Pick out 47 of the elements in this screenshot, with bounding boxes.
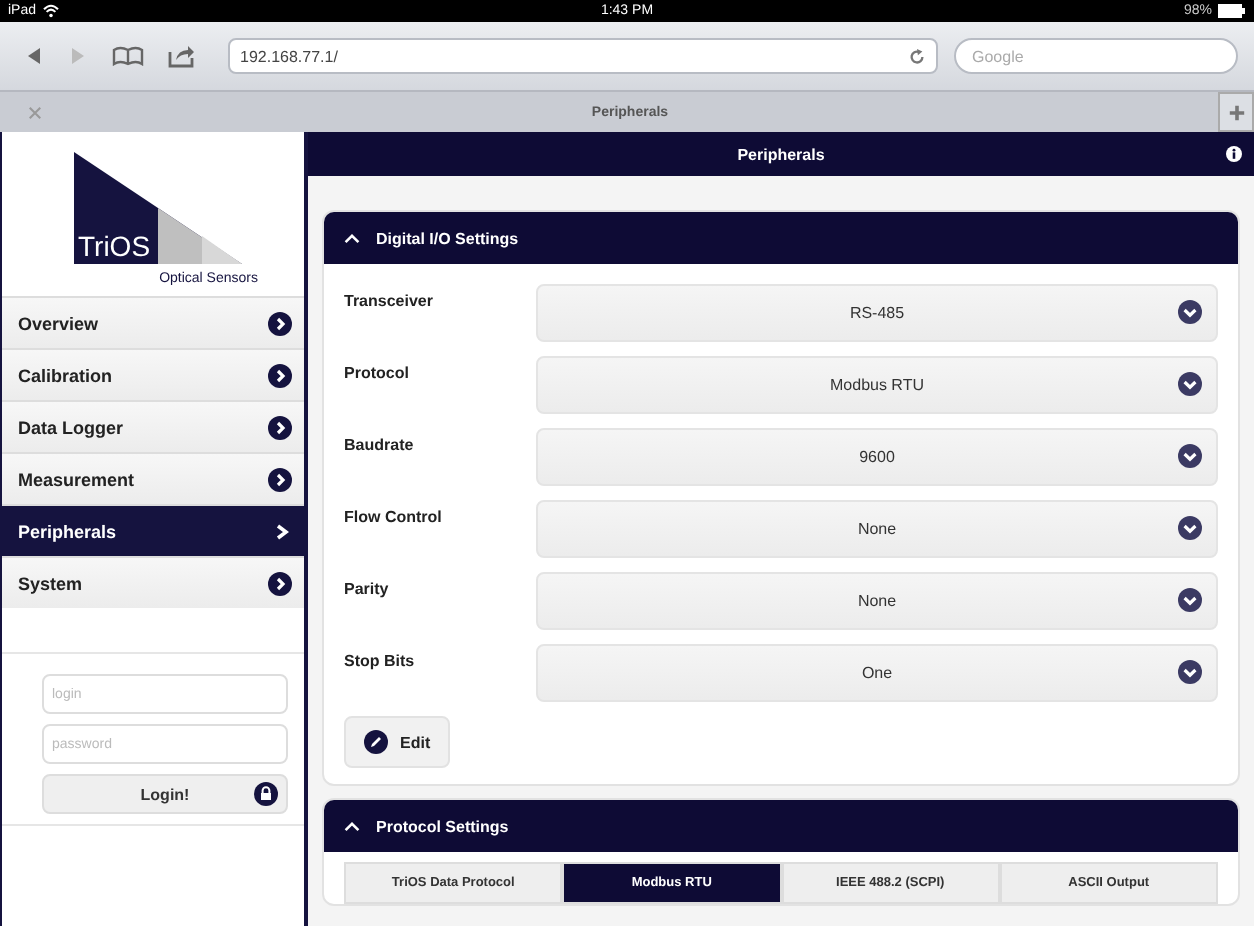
search-field[interactable]: Google (954, 38, 1238, 74)
select-field[interactable]: None (536, 572, 1218, 630)
nav-item[interactable]: Calibration (2, 348, 304, 400)
dropdown-icon (1178, 588, 1202, 612)
battery-icon (1217, 4, 1246, 18)
back-icon[interactable] (24, 46, 44, 66)
login-button[interactable]: Login! (42, 774, 288, 814)
field-label: Parity (344, 578, 391, 598)
bookmarks-icon[interactable] (112, 46, 144, 66)
dropdown-icon (1178, 444, 1202, 468)
field-label: Flow Control (344, 506, 444, 526)
dropdown-icon (1178, 300, 1202, 324)
select-field[interactable]: Modbus RTU (536, 356, 1218, 414)
pencil-icon (364, 730, 388, 754)
nav-item[interactable]: Overview (2, 296, 304, 348)
wifi-icon (42, 4, 61, 18)
page-title: Peripherals (737, 145, 825, 163)
field-label: Protocol (344, 362, 411, 382)
select-field[interactable]: 9600 (536, 428, 1218, 486)
section-title: Digital I/O Settings (376, 229, 519, 247)
dropdown-icon (1178, 372, 1202, 396)
edit-button[interactable]: Edit (344, 716, 451, 768)
dropdown-icon (1178, 660, 1202, 684)
field-label: Transceiver (344, 290, 435, 310)
nav-item[interactable]: System (2, 556, 304, 608)
section-title: Protocol Settings (376, 817, 509, 835)
select-field[interactable]: RS-485 (536, 284, 1218, 342)
reload-icon[interactable] (908, 47, 926, 65)
nav-item[interactable]: Peripherals (2, 504, 304, 556)
nav-item[interactable]: Measurement (2, 452, 304, 504)
section-header[interactable]: Protocol Settings (324, 800, 1238, 852)
chevron-icon (272, 521, 292, 541)
field-label: Baudrate (344, 434, 416, 454)
select-field[interactable]: One (536, 644, 1218, 702)
nav-item[interactable]: Data Logger (2, 400, 304, 452)
new-tab-button[interactable] (1218, 92, 1254, 132)
section-header[interactable]: Digital I/O Settings (324, 212, 1238, 264)
field-label: Stop Bits (344, 650, 417, 670)
share-icon[interactable] (168, 44, 196, 68)
select-field[interactable]: None (536, 500, 1218, 558)
info-icon[interactable] (1226, 146, 1242, 162)
address-bar[interactable]: 192.168.77.1/ (228, 38, 938, 74)
caret-icon (344, 233, 360, 243)
plus-icon (1227, 103, 1245, 121)
caret-icon (344, 821, 360, 831)
dropdown-icon (1178, 516, 1202, 540)
lock-icon (254, 782, 278, 806)
